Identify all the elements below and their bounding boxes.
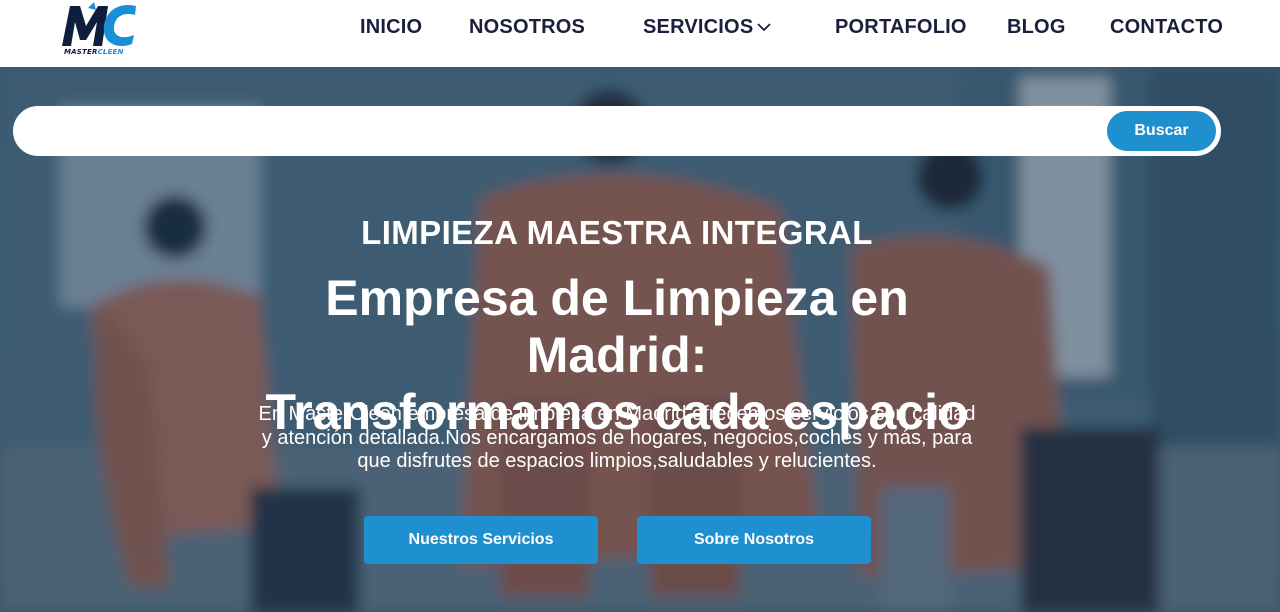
nav-item-nosotros[interactable]: NOSOTROS: [469, 16, 585, 39]
nav-item-inicio[interactable]: INICIO: [360, 16, 422, 39]
search-bar: Buscar: [13, 106, 1221, 156]
nav-item-portafolio[interactable]: PORTAFOLIO: [835, 16, 967, 39]
hero-description: En MasterCleen,empresa de limpieza en Ma…: [240, 403, 994, 474]
search-input[interactable]: [35, 116, 1095, 146]
chevron-down-icon[interactable]: [756, 20, 772, 34]
our-services-button[interactable]: Nuestros Servicios: [364, 516, 598, 564]
nav-item-contacto[interactable]: CONTACTO: [1110, 16, 1223, 39]
hero-description-line-2: y atención detallada.Nos encargamos de h…: [261, 426, 973, 449]
main-nav: INICIO NOSOTROS SERVICIOS PORTAFOLIO BLO…: [0, 0, 1280, 56]
hero-title-line-1: Empresa de Limpieza en Madrid:: [325, 270, 909, 383]
hero-eyebrow: LIMPIEZA MAESTRA INTEGRAL: [361, 214, 873, 251]
hero-description-line-3: que disfrutes de espacios limpios,saluda…: [357, 450, 877, 472]
hero-section: Buscar LIMPIEZA MAESTRA INTEGRAL Empresa…: [0, 67, 1280, 612]
about-us-button[interactable]: Sobre Nosotros: [637, 516, 871, 564]
search-button[interactable]: Buscar: [1107, 111, 1216, 151]
nav-item-servicios[interactable]: SERVICIOS: [643, 16, 753, 39]
nav-item-blog[interactable]: BLOG: [1007, 16, 1066, 39]
hero-description-line-1: En MasterCleen,empresa de limpieza en Ma…: [258, 403, 976, 425]
site-header: MASTERCLEEN INICIO NOSOTROS SERVICIOS PO…: [0, 0, 1280, 67]
